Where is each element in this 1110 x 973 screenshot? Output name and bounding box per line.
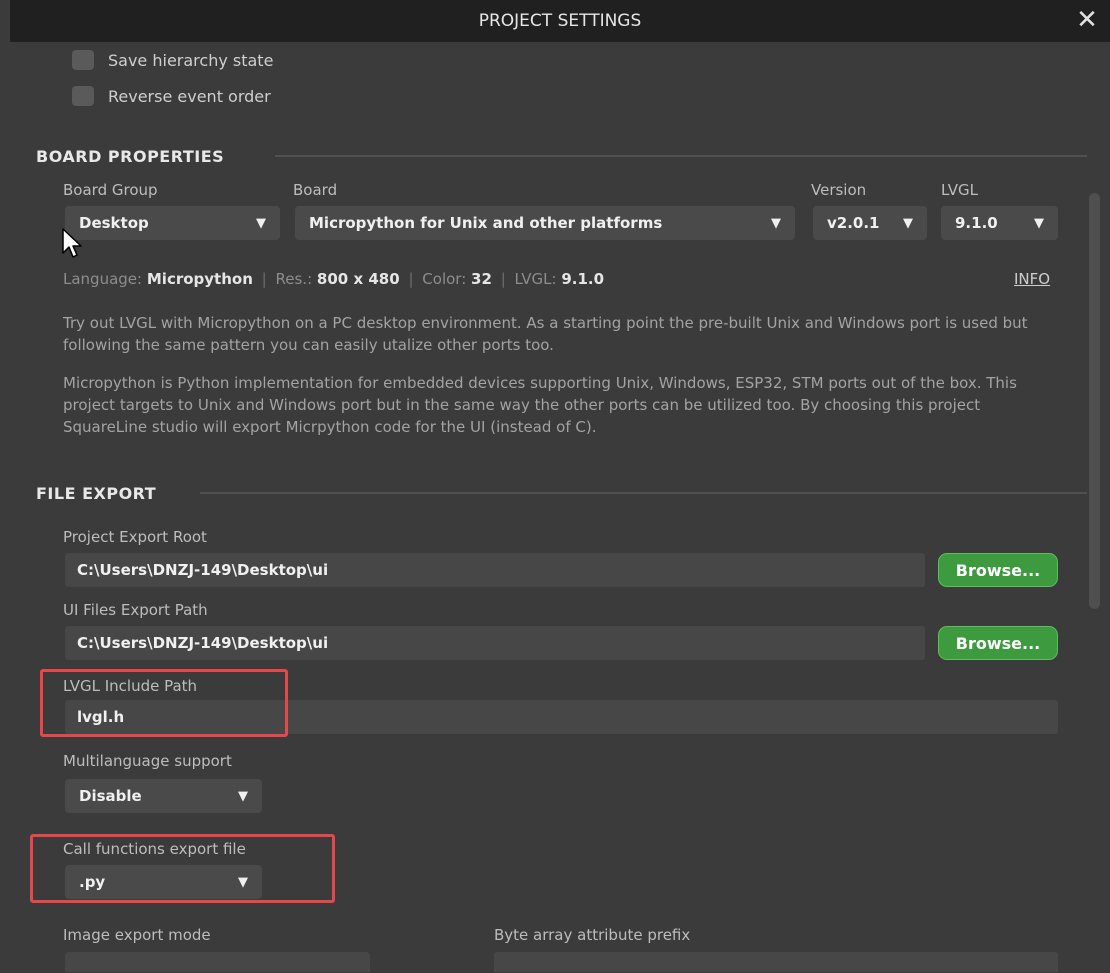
lvgl-info-label: LVGL: [514,270,557,288]
highlight-box [30,834,335,903]
reverse-event-checkbox[interactable] [72,86,94,106]
board-properties-heading: BOARD PROPERTIES [36,147,225,166]
save-hierarchy-checkbox[interactable] [72,50,94,70]
window-title: PROJECT SETTINGS [478,11,642,31]
ui-files-export-path-label: UI Files Export Path [63,601,208,619]
dropdown-arrow-icon: ▼ [256,215,266,231]
info-link[interactable]: INFO [1014,270,1050,288]
scrollbar-thumb[interactable] [1089,193,1100,609]
reverse-event-label: Reverse event order [108,86,271,106]
browse-ui-files-button[interactable]: Browse... [938,626,1058,660]
mouse-cursor-icon [62,228,82,258]
image-export-mode-dropdown[interactable] [65,952,370,972]
ui-files-export-path-input[interactable]: C:\Users\DNZJ-149\Desktop\ui [65,626,925,660]
project-export-root-label: Project Export Root [63,528,207,546]
close-icon[interactable]: ✕ [1072,4,1102,36]
board-description-1: Try out LVGL with Micropython on a PC de… [63,314,1028,354]
board-label: Board [293,181,338,199]
color-value: 32 [471,270,492,288]
image-export-mode-label: Image export mode [63,926,211,944]
board-description-2: Micropython is Python implementation for… [63,374,1017,436]
language-label: Language: [63,270,143,288]
save-hierarchy-label: Save hierarchy state [108,50,274,70]
dropdown-arrow-icon: ▼ [903,215,913,231]
language-value: Micropython [146,270,253,288]
dropdown-arrow-icon: ▼ [238,788,248,804]
file-export-heading: FILE EXPORT [36,484,157,503]
highlight-box [40,669,288,737]
resolution-value: 800 x 480 [316,270,400,288]
dropdown-arrow-icon: ▼ [771,215,781,231]
byte-array-prefix-label: Byte array attribute prefix [494,926,691,944]
resolution-label: Res.: [275,270,313,288]
multilanguage-value: Disable [79,787,142,805]
separator: | [408,270,414,288]
lvgl-value: 9.1.0 [955,214,998,232]
separator: | [500,270,506,288]
save-hierarchy-option[interactable]: Save hierarchy state [72,50,273,70]
byte-array-prefix-input[interactable] [494,952,1058,972]
board-group-value: Desktop [79,214,149,232]
color-label: Color: [422,270,467,288]
lvgl-dropdown[interactable]: 9.1.0 ▼ [941,206,1058,240]
board-value: Micropython for Unix and other platforms [309,214,663,232]
version-dropdown[interactable]: v2.0.1 ▼ [813,206,927,240]
board-dropdown[interactable]: Micropython for Unix and other platforms… [295,206,795,240]
section-divider [200,492,1087,494]
board-info-line: Language: Micropython | Res.: 800 x 480 … [63,270,604,288]
separator: | [261,270,267,288]
multilanguage-dropdown[interactable]: Disable ▼ [65,779,262,813]
section-divider [275,155,1087,157]
version-value: v2.0.1 [827,214,880,232]
lvgl-info-value: 9.1.0 [561,270,605,288]
reverse-event-option[interactable]: Reverse event order [72,86,271,106]
project-export-root-input[interactable]: C:\Users\DNZJ-149\Desktop\ui [65,553,925,587]
version-label: Version [811,181,867,199]
browse-export-root-button[interactable]: Browse... [938,553,1058,587]
multilanguage-label: Multilanguage support [63,752,232,770]
dropdown-arrow-icon: ▼ [1034,215,1044,231]
board-group-dropdown[interactable]: Desktop ▼ [65,206,280,240]
lvgl-label: LVGL [941,181,978,199]
window-titlebar: PROJECT SETTINGS ✕ [10,0,1110,42]
board-group-label: Board Group [63,181,158,199]
